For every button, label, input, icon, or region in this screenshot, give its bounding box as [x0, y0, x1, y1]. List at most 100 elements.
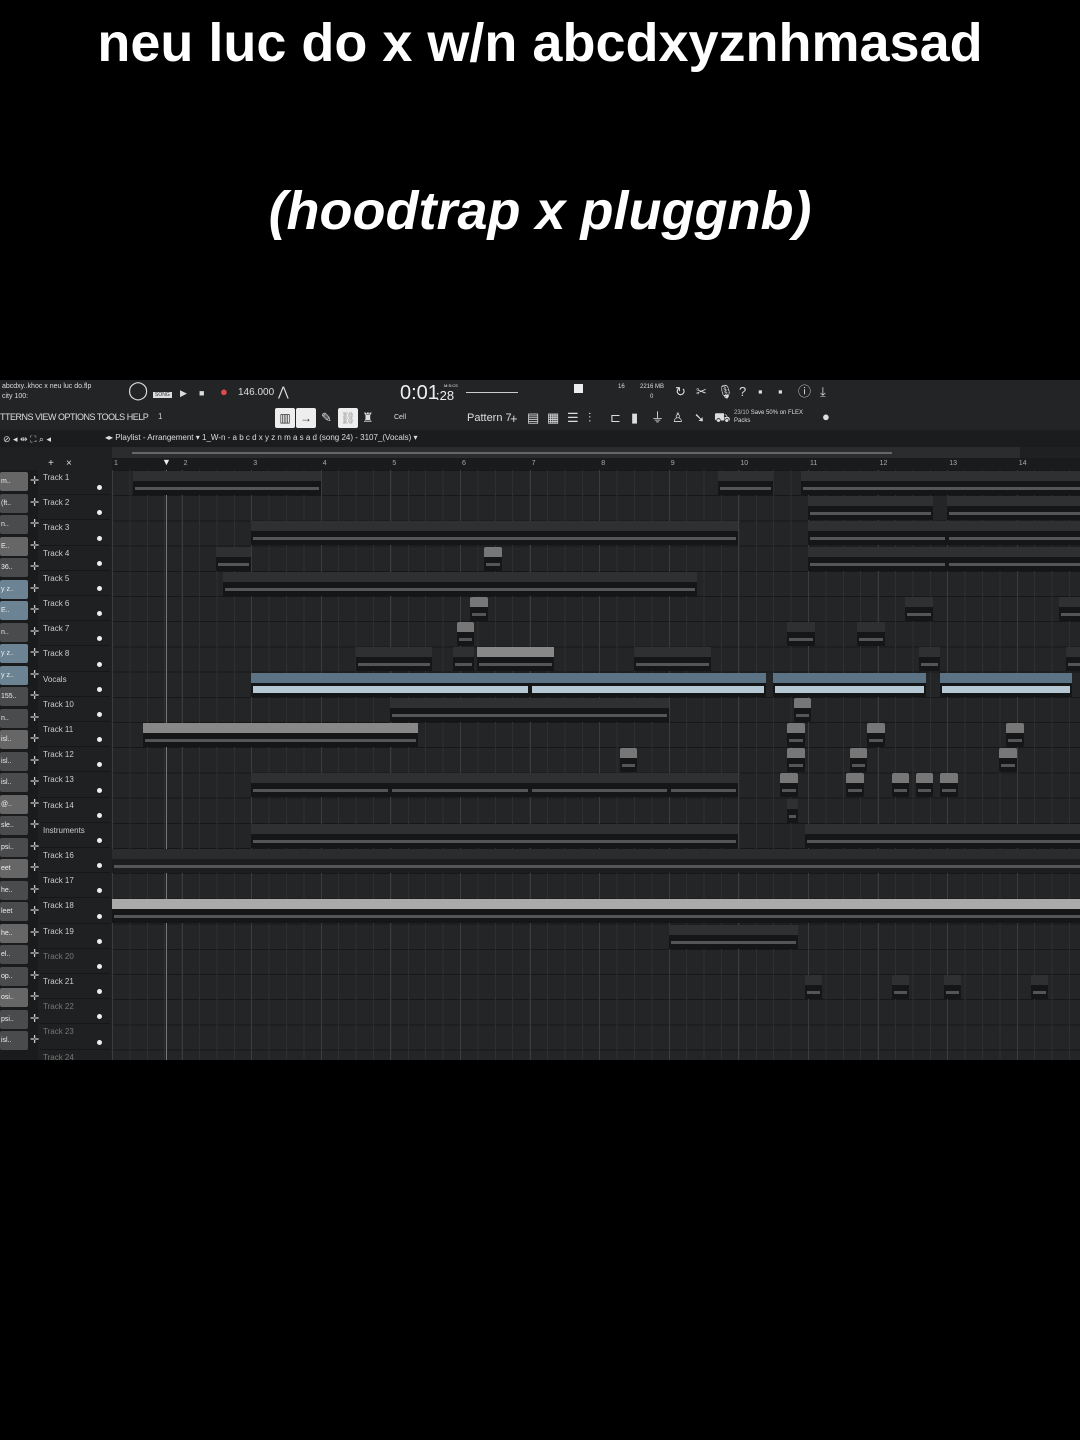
track-header[interactable]: Track 1 — [40, 470, 110, 496]
track-header[interactable]: Track 3 — [40, 520, 110, 546]
undo-icon[interactable]: ↻ — [675, 385, 686, 399]
microphone-icon[interactable]: 🎙 — [717, 385, 734, 399]
audio-clip[interactable] — [940, 672, 1073, 697]
track-mute-toggle[interactable] — [97, 938, 102, 944]
link-button[interactable]: ⛓ — [338, 408, 358, 428]
track-header[interactable]: Vocals — [40, 672, 110, 697]
automation-clip[interactable]: TrueVerb Stereo (Insert 1) - Mix level — [112, 849, 1080, 873]
audio-clip[interactable] — [216, 546, 252, 571]
audio-clip[interactable]: ...eet — [905, 597, 934, 621]
play-icon[interactable]: ▶ — [180, 386, 187, 400]
audio-clip[interactable]: 1_W-n - a b c d x y z n m a s a d (song … — [132, 471, 321, 495]
audio-clip[interactable] — [915, 773, 934, 798]
step-value[interactable]: 1 — [158, 412, 162, 421]
arrow-button[interactable]: → — [296, 408, 316, 428]
audio-clip[interactable]: PROD TAG — [668, 924, 798, 949]
piano-roll-button[interactable]: ▥ — [275, 408, 295, 428]
pattern-clip[interactable]: Pattern 18 — [529, 773, 669, 798]
track-header[interactable]: Track 6 — [40, 596, 110, 622]
playlist-tool-icons[interactable]: ⊘ ◂ ⇹ ⛶ ⌕ ◂ — [3, 432, 51, 446]
playhead-marker-icon[interactable]: ▼ — [162, 458, 171, 467]
paint-icon[interactable]: ♜ — [362, 411, 374, 425]
pattern-clip[interactable]: Pattern 3 — [947, 546, 1080, 571]
help-icon[interactable]: ? — [739, 385, 746, 399]
pattern-select[interactable]: Pattern 7 — [467, 412, 512, 424]
audio-clip[interactable]: 1_tình - nếu lúc đó (ft. 2pillz) - OFFIC… — [223, 571, 697, 596]
snap-select[interactable]: Cell — [394, 414, 406, 421]
track-header[interactable]: Track 17 — [40, 873, 110, 899]
pattern-clip[interactable]: Pattern 7 — [947, 521, 1080, 546]
track-mute-toggle[interactable] — [97, 636, 102, 642]
track-mute-toggle[interactable] — [97, 485, 102, 491]
track-mute-toggle[interactable] — [97, 535, 102, 541]
track-mute-toggle[interactable] — [97, 837, 102, 843]
audio-clip[interactable]: [J...#2 — [787, 622, 815, 647]
save-new-icon[interactable]: ▪ — [778, 385, 783, 399]
metronome-icon[interactable]: ⋀ — [278, 385, 289, 399]
tempo-display[interactable]: 146.000 — [238, 387, 274, 398]
audio-clip[interactable] — [470, 597, 488, 621]
pattern-clip[interactable]: Pattern 14 — [804, 823, 1080, 848]
track-mute-toggle[interactable] — [97, 737, 102, 743]
audio-clip[interactable] — [999, 748, 1017, 773]
audio-clip[interactable]: 1_W..7_(Vocals) — [717, 471, 774, 495]
track-mute-toggle[interactable] — [97, 812, 102, 818]
cart-icon[interactable]: ⛟ — [714, 411, 730, 425]
record-icon[interactable]: ● — [220, 385, 228, 399]
track-header[interactable]: Track 4 — [40, 546, 110, 571]
pencil-icon[interactable]: ✎ — [321, 411, 332, 425]
track-mute-toggle[interactable] — [97, 989, 102, 995]
news-ticker[interactable]: 23/10 Save 50% on FLEX Packs — [734, 409, 814, 425]
track-mute-toggle[interactable] — [97, 762, 102, 768]
track-mute-toggle[interactable] — [97, 711, 102, 717]
share-icon[interactable]: ➘ — [694, 411, 705, 425]
audio-clip[interactable] — [773, 672, 927, 697]
track-header[interactable]: Track 13 — [40, 772, 110, 798]
audio-clip[interactable]: Fill - helpsisleet (155bpm) @helpsisleet — [390, 697, 669, 722]
track-mute-toggle[interactable] — [97, 787, 102, 793]
audio-clip[interactable] — [804, 975, 822, 999]
automation-clip[interactable]: Master - Volume — [112, 899, 1080, 924]
audio-clip[interactable]: ...eet — [1058, 597, 1080, 621]
overview-scrollbar[interactable] — [112, 447, 1020, 458]
track-header[interactable]: Track 12 — [40, 747, 110, 773]
track-header[interactable]: Track 21 — [40, 974, 110, 1000]
pattern-clip[interactable]: Pattern 18 — [390, 773, 530, 798]
track-header[interactable]: Track 5 — [40, 571, 110, 596]
track-mute-toggle[interactable] — [97, 560, 102, 566]
track-mute-toggle[interactable] — [97, 661, 102, 667]
song-position-slider[interactable] — [466, 392, 518, 393]
audio-clip[interactable]: 1_W-n - a b c d x y z n m a s a d (song … — [801, 471, 1080, 495]
playlist-icon[interactable]: ▤ — [527, 411, 539, 425]
plugin-icon[interactable]: ⏚ — [651, 411, 664, 425]
track-header[interactable]: Track 20 — [40, 949, 110, 974]
audio-clip[interactable] — [1030, 975, 1049, 999]
track-header[interactable]: Track 14 — [40, 798, 110, 823]
audio-clip[interactable] — [919, 647, 941, 672]
audio-clip[interactable]: [V...is — [856, 622, 885, 647]
audio-clip[interactable] — [943, 975, 962, 999]
track-header[interactable]: Track 19 — [40, 924, 110, 949]
audio-clip[interactable] — [940, 773, 958, 798]
add-track-icon[interactable]: + — [48, 458, 54, 469]
track-mute-toggle[interactable] — [97, 686, 102, 692]
browser-icon[interactable]: ⊏ — [610, 411, 621, 425]
track-mute-toggle[interactable] — [97, 913, 102, 919]
audio-clip[interactable] — [787, 798, 798, 823]
audio-clip[interactable] — [787, 723, 805, 747]
audio-clip[interactable] — [456, 622, 474, 647]
track-header[interactable]: Track 18 — [40, 898, 110, 924]
audio-clip[interactable]: FX - Beep @helpsisleet — [634, 647, 711, 672]
info-icon[interactable]: ⓘ — [798, 385, 811, 399]
track-mute-toggle[interactable] — [97, 611, 102, 617]
stop-icon[interactable]: ■ — [199, 386, 204, 400]
file-icon[interactable]: ▮ — [631, 411, 638, 425]
master-pitch-knob-icon[interactable]: ◯ — [128, 381, 148, 399]
playlist-song-name[interactable]: 1_W-n - a b c d x y z n m a s a d (song … — [202, 433, 411, 442]
audio-clip[interactable]: FX - Camera..helpsisleet — [477, 647, 554, 672]
track-mute-toggle[interactable] — [97, 585, 102, 591]
audio-clip[interactable] — [846, 773, 864, 798]
pattern-clip[interactable]: Pattern 7 — [808, 521, 948, 546]
pattern-clip[interactable]: Pattern 1 — [947, 496, 1080, 521]
pat-song-toggle[interactable]: SONG — [153, 392, 172, 398]
